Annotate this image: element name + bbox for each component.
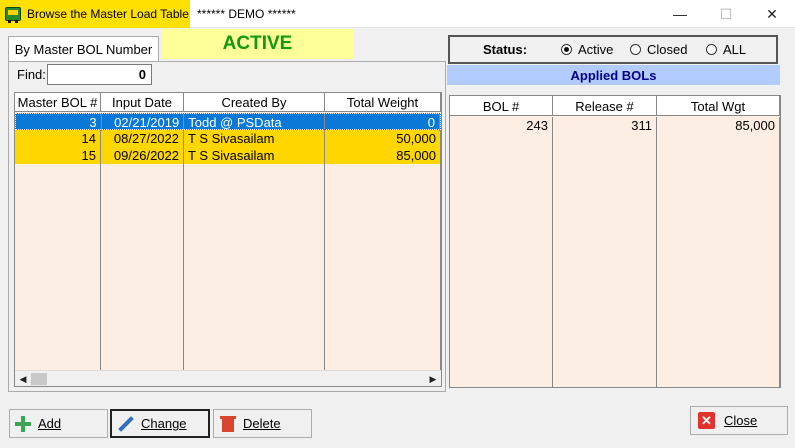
cell-total-wgt: 85,000 bbox=[657, 117, 780, 134]
close-button-label: Close bbox=[724, 413, 758, 428]
cell-input-date: 08/27/2022 bbox=[101, 130, 184, 147]
window-close-button[interactable]: ✕ bbox=[749, 0, 795, 28]
pencil-icon bbox=[117, 415, 135, 433]
title-area: Browse the Master Load Table bbox=[0, 0, 190, 28]
column-header-input-date[interactable]: Input Date bbox=[101, 93, 184, 112]
column-divider bbox=[450, 134, 553, 387]
table-row[interactable]: 14 08/27/2022 T S Sivasailam 50,000 bbox=[15, 130, 441, 147]
master-bol-grid[interactable]: Master BOL # Input Date Created By Total… bbox=[14, 92, 442, 387]
close-icon: ✕ bbox=[698, 412, 715, 429]
plus-icon bbox=[14, 415, 32, 433]
cell-total-weight: 0 bbox=[325, 114, 441, 131]
grid-header: Master BOL # Input Date Created By Total… bbox=[15, 93, 441, 112]
change-button[interactable]: Change bbox=[110, 409, 210, 438]
column-divider bbox=[184, 164, 325, 370]
cell-total-weight: 50,000 bbox=[325, 130, 441, 147]
app-truck-icon bbox=[5, 7, 21, 23]
minimize-button[interactable]: — bbox=[657, 0, 703, 28]
grid-rows: 243 311 85,000 bbox=[450, 117, 780, 134]
delete-button[interactable]: Delete bbox=[213, 409, 312, 438]
column-header-release[interactable]: Release # bbox=[553, 96, 657, 116]
cell-created-by: T S Sivasailam bbox=[184, 130, 325, 147]
cell-release: 311 bbox=[553, 117, 657, 134]
active-banner: ACTIVE bbox=[162, 29, 353, 59]
scroll-right-icon[interactable]: ▶ bbox=[426, 372, 440, 386]
change-button-label: Change bbox=[141, 416, 187, 431]
column-divider bbox=[15, 164, 101, 370]
cell-created-by: Todd @ PSData bbox=[184, 114, 325, 131]
radio-all-indicator bbox=[706, 44, 717, 55]
column-header-bol[interactable]: BOL # bbox=[450, 96, 553, 116]
cell-input-date: 09/26/2022 bbox=[101, 147, 184, 164]
cell-total-weight: 85,000 bbox=[325, 147, 441, 164]
column-divider bbox=[553, 134, 657, 387]
cell-master-bol: 15 bbox=[15, 147, 101, 164]
column-header-created-by[interactable]: Created By bbox=[184, 93, 325, 112]
grid-header: BOL # Release # Total Wgt bbox=[450, 96, 780, 116]
radio-closed-label: Closed bbox=[647, 42, 688, 57]
column-header-master-bol[interactable]: Master BOL # bbox=[15, 93, 101, 112]
radio-active[interactable]: Active bbox=[561, 42, 613, 57]
cell-master-bol: 14 bbox=[15, 130, 101, 147]
column-divider bbox=[657, 134, 780, 387]
radio-closed[interactable]: Closed bbox=[630, 42, 687, 57]
scrollbar-thumb[interactable] bbox=[31, 373, 47, 385]
delete-button-label: Delete bbox=[243, 416, 281, 431]
cell-bol: 243 bbox=[450, 117, 553, 134]
horizontal-scrollbar[interactable]: ◀ ▶ bbox=[15, 370, 441, 386]
radio-all[interactable]: ALL bbox=[706, 42, 746, 57]
column-header-total-wgt[interactable]: Total Wgt bbox=[657, 96, 780, 116]
column-divider bbox=[325, 164, 441, 370]
maximize-button[interactable]: ☐ bbox=[703, 0, 749, 28]
close-button[interactable]: ✕ Close bbox=[690, 406, 788, 435]
title-bar: Browse the Master Load Table ****** DEMO… bbox=[0, 0, 795, 28]
column-divider bbox=[101, 164, 184, 370]
find-input[interactable] bbox=[47, 64, 152, 85]
table-row[interactable]: 3 02/21/2019 Todd @ PSData 0 bbox=[15, 113, 441, 131]
demo-label: ****** DEMO ****** bbox=[197, 7, 296, 21]
trash-icon bbox=[219, 415, 237, 433]
window-title: Browse the Master Load Table bbox=[27, 7, 189, 21]
find-label: Find: bbox=[17, 67, 46, 82]
table-row[interactable]: 15 09/26/2022 T S Sivasailam 85,000 bbox=[15, 147, 441, 164]
radio-closed-indicator bbox=[630, 44, 641, 55]
cell-master-bol: 3 bbox=[16, 114, 102, 131]
applied-bols-header: Applied BOLs bbox=[447, 65, 780, 85]
table-row[interactable]: 243 311 85,000 bbox=[450, 117, 780, 134]
scroll-left-icon[interactable]: ◀ bbox=[16, 372, 30, 386]
status-group: Status: Active Closed ALL bbox=[448, 35, 778, 64]
status-label: Status: bbox=[483, 42, 528, 57]
add-button-label: Add bbox=[38, 416, 62, 431]
add-button[interactable]: Add bbox=[9, 409, 108, 438]
radio-all-label: ALL bbox=[723, 42, 747, 57]
cell-created-by: T S Sivasailam bbox=[184, 147, 325, 164]
applied-bols-grid[interactable]: BOL # Release # Total Wgt 243 311 85,000 bbox=[449, 95, 781, 388]
radio-active-label: Active bbox=[578, 42, 614, 57]
radio-active-indicator bbox=[561, 44, 572, 55]
cell-input-date: 02/21/2019 bbox=[102, 114, 185, 131]
column-header-total-weight[interactable]: Total Weight bbox=[325, 93, 441, 112]
tab-by-master-bol[interactable]: By Master BOL Number bbox=[8, 36, 159, 62]
grid-rows: 3 02/21/2019 Todd @ PSData 0 14 08/27/20… bbox=[15, 113, 441, 164]
